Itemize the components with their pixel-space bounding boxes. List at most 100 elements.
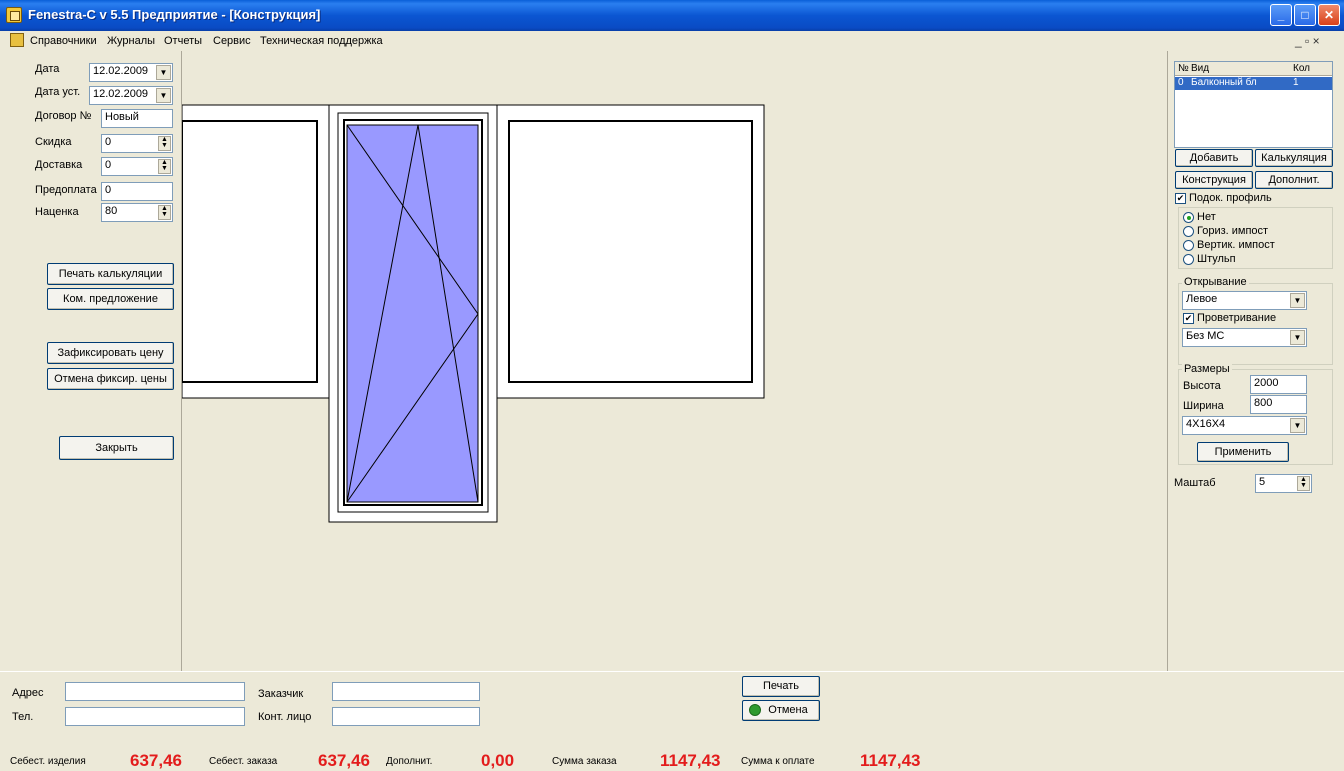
install-date-picker[interactable]: 12.02.2009 ▼ — [89, 86, 173, 105]
extra-total-label: Дополнит. — [386, 756, 433, 767]
prepay-label: Предоплата — [35, 184, 97, 196]
fix-price-button[interactable]: Зафиксировать цену — [47, 342, 174, 364]
col-kind-header[interactable]: Вид — [1191, 63, 1209, 74]
col-num-header[interactable]: № — [1178, 63, 1189, 74]
spinner-arrows-icon[interactable]: ▲ ▼ — [158, 159, 171, 174]
close-window-button[interactable]: ✕ — [1318, 4, 1340, 26]
spinner-arrows-icon[interactable]: ▲ ▼ — [158, 136, 171, 151]
scale-field[interactable]: 5 ▲ ▼ — [1255, 474, 1312, 493]
radio-none[interactable] — [1183, 212, 1194, 223]
chevron-down-icon[interactable]: ▼ — [1290, 418, 1305, 433]
prepay-field[interactable]: 0 — [101, 182, 173, 201]
order-params-panel: Дата 12.02.2009 ▼ Дата уст. 12.02.2009 ▼… — [0, 51, 182, 671]
apply-button[interactable]: Применить — [1197, 442, 1289, 462]
commercial-offer-button[interactable]: Ком. предложение — [47, 288, 174, 310]
spinner-arrows-icon[interactable]: ▲ ▼ — [1297, 476, 1310, 491]
phone-field[interactable] — [65, 707, 245, 726]
app-lock-icon — [6, 7, 22, 23]
radio-horiz-impost[interactable] — [1183, 226, 1194, 237]
item-kind: Балконный бл — [1191, 77, 1257, 88]
window-drawing[interactable] — [181, 51, 1167, 671]
scale-value: 5 — [1259, 476, 1266, 488]
menu-reports[interactable]: Отчеты — [164, 35, 202, 47]
width-label: Ширина — [1183, 400, 1224, 412]
radio-shtulp[interactable] — [1183, 254, 1194, 265]
menu-tech-support[interactable]: Техническая поддержка — [260, 35, 383, 47]
chevron-down-icon[interactable]: ▼ — [1290, 293, 1305, 308]
calculation-button[interactable]: Калькуляция — [1255, 149, 1333, 167]
install-date-label: Дата уст. — [35, 86, 81, 98]
menu-bar: Справочники Журналы Отчеты Сервис Технич… — [0, 31, 1344, 51]
cost-item-value: 637,46 — [130, 751, 182, 770]
delivery-value: 0 — [105, 159, 112, 171]
list-item[interactable]: 0 Балконный бл 1 — [1175, 77, 1332, 90]
order-sum-value: 1147,43 — [660, 751, 721, 770]
contract-number-field[interactable]: Новый — [101, 109, 173, 128]
contract-label: Договор № — [35, 110, 92, 122]
opening-select[interactable]: Левое ▼ — [1182, 291, 1307, 310]
extra-total-value: 0,00 — [481, 751, 515, 770]
cancel-button[interactable]: Отмена — [742, 700, 820, 721]
chevron-down-icon[interactable]: ▼ — [156, 65, 171, 80]
balcony-door[interactable] — [328, 104, 498, 523]
radio-shtulp-label: Штульп — [1197, 253, 1236, 265]
markup-field[interactable]: 80 ▲ ▼ — [101, 203, 173, 222]
close-button[interactable]: Закрыть — [59, 436, 174, 460]
ms-select[interactable]: Без МС ▼ — [1182, 328, 1307, 347]
window-title: Fenestra-C v 5.5 Предприятие - [Конструк… — [28, 7, 321, 22]
list-header: № Вид Кол — [1175, 62, 1332, 76]
to-pay-label: Сумма к оплате — [741, 756, 815, 767]
ventilation-checkbox[interactable]: ✔ — [1183, 313, 1194, 324]
radio-horiz-label: Гориз. импост — [1197, 225, 1269, 237]
height-field[interactable]: 2000 — [1250, 375, 1307, 394]
width-field[interactable]: 800 — [1250, 395, 1307, 414]
contact-field[interactable] — [332, 707, 480, 726]
discount-label: Скидка — [35, 136, 72, 148]
items-list[interactable]: № Вид Кол 0 Балконный бл 1 — [1174, 61, 1333, 148]
door-glass — [346, 124, 479, 503]
date-value: 12.02.2009 — [93, 65, 149, 77]
construction-button[interactable]: Конструкция — [1175, 171, 1253, 189]
contact-label: Конт. лицо — [258, 711, 312, 723]
construction-canvas[interactable] — [181, 51, 1167, 671]
construction-panel: № Вид Кол 0 Балконный бл 1 Добавить Каль… — [1167, 51, 1344, 671]
delivery-label: Доставка — [35, 159, 83, 171]
menu-directories[interactable]: Справочники — [30, 35, 97, 47]
address-field[interactable] — [65, 682, 245, 701]
mdi-window-controls[interactable]: _ ▫ × — [1295, 34, 1320, 48]
glass-select[interactable]: 4Х16Х4 ▼ — [1182, 416, 1307, 435]
date-label: Дата — [35, 63, 60, 75]
height-label: Высота — [1183, 380, 1221, 392]
maximize-button[interactable]: □ — [1294, 4, 1316, 26]
print-calc-button[interactable]: Печать калькуляции — [47, 263, 174, 285]
add-button[interactable]: Добавить — [1175, 149, 1253, 167]
print-button[interactable]: Печать — [742, 676, 820, 697]
address-label: Адрес — [12, 687, 44, 699]
ventilation-label: Проветривание — [1197, 312, 1277, 324]
cancel-fix-price-button[interactable]: Отмена фиксир. цены — [47, 368, 174, 390]
cost-order-label: Себест. заказа — [209, 756, 278, 767]
discount-value: 0 — [105, 136, 112, 148]
title-bar: Fenestra-C v 5.5 Предприятие - [Конструк… — [0, 0, 1344, 31]
radio-vert-label: Вертик. импост — [1197, 239, 1275, 251]
sill-profile-checkbox[interactable]: ✔ — [1175, 193, 1186, 204]
customer-label: Заказчик — [258, 688, 304, 700]
menu-journals[interactable]: Журналы — [107, 35, 155, 47]
date-picker[interactable]: 12.02.2009 ▼ — [89, 63, 173, 82]
radio-vert-impost[interactable] — [1183, 240, 1194, 251]
customer-field[interactable] — [332, 682, 480, 701]
markup-label: Наценка — [35, 206, 79, 218]
ms-value: Без МС — [1186, 330, 1225, 342]
discount-field[interactable]: 0 ▲ ▼ — [101, 134, 173, 153]
left-fixed-pane[interactable] — [181, 104, 330, 399]
right-fixed-pane[interactable] — [496, 104, 765, 399]
extra-button[interactable]: Дополнит. — [1255, 171, 1333, 189]
chevron-down-icon[interactable]: ▼ — [1290, 330, 1305, 345]
chevron-down-icon[interactable]: ▼ — [156, 88, 171, 103]
minimize-button[interactable]: _ — [1270, 4, 1292, 26]
delivery-field[interactable]: 0 ▲ ▼ — [101, 157, 173, 176]
col-qty-header[interactable]: Кол — [1293, 63, 1310, 74]
spinner-arrows-icon[interactable]: ▲ ▼ — [158, 205, 171, 220]
scale-label: Маштаб — [1174, 477, 1216, 489]
menu-service[interactable]: Сервис — [213, 35, 251, 47]
